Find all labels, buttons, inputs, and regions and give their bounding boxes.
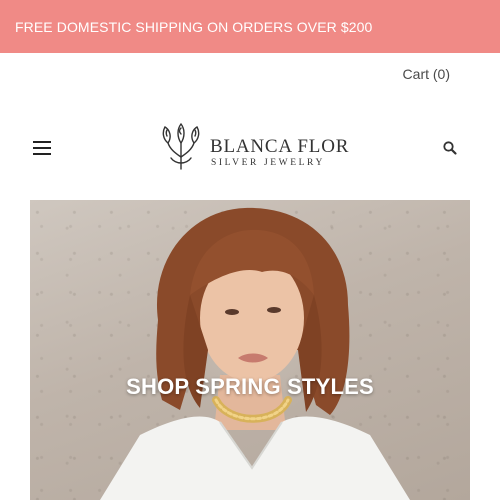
- logo-tagline: SILVER JEWELRY: [211, 158, 325, 168]
- hamburger-menu-icon[interactable]: [32, 139, 52, 157]
- search-icon[interactable]: [442, 140, 458, 156]
- logo-name: BLANCA FLOR: [210, 136, 350, 157]
- announcement-bar: FREE DOMESTIC SHIPPING ON ORDERS OVER $2…: [0, 0, 500, 53]
- shop-spring-styles-link[interactable]: SHOP SPRING STYLES: [30, 374, 470, 400]
- announcement-text: FREE DOMESTIC SHIPPING ON ORDERS OVER $2…: [15, 18, 373, 35]
- site-logo[interactable]: BLANCA FLOR SILVER JEWELRY: [158, 121, 348, 171]
- hero-model-image: [100, 207, 410, 500]
- flower-logo-icon: [162, 122, 200, 170]
- hero-banner[interactable]: SHOP SPRING STYLES: [30, 200, 470, 500]
- cart-link[interactable]: Cart (0): [403, 66, 450, 82]
